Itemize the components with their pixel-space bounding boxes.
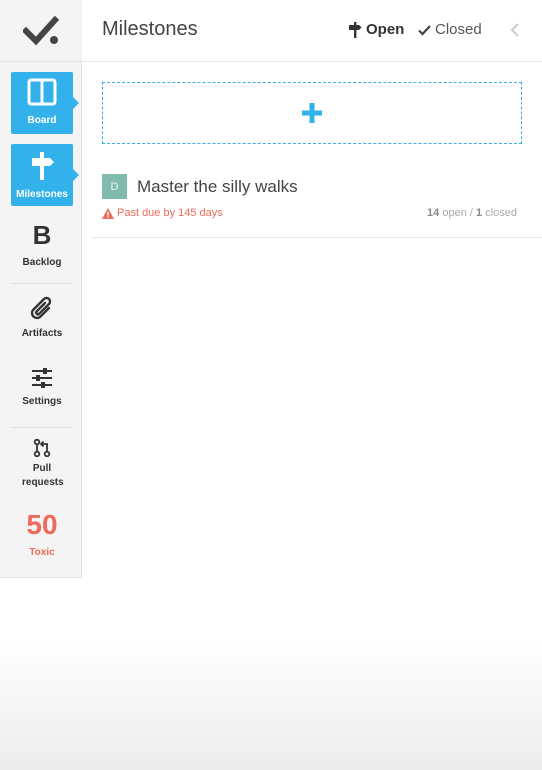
sidebar-item-label: Pull requests — [22, 463, 64, 488]
filter-open-button[interactable]: Open — [348, 21, 404, 38]
avatar: D — [102, 174, 127, 199]
filter-closed-button[interactable]: Closed — [418, 21, 482, 38]
sidebar: Board Milestones B Backlog Artifacts Set… — [0, 0, 82, 578]
sidebar-item-artifacts[interactable]: Artifacts — [11, 294, 73, 344]
paperclip-icon — [30, 296, 52, 320]
signpost-icon — [32, 152, 54, 180]
sidebar-item-toxic[interactable]: 50 Toxic — [11, 510, 73, 560]
open-label: open / — [442, 207, 473, 219]
page-title: Milestones — [102, 18, 198, 40]
add-milestone-button[interactable] — [102, 82, 522, 144]
toxic-count: 50 — [26, 509, 58, 540]
open-count: 14 — [427, 207, 440, 219]
sidebar-item-backlog[interactable]: B Backlog — [11, 220, 73, 272]
board-icon — [27, 78, 57, 106]
issue-counts: 14 open / 1 closed — [427, 207, 517, 219]
sidebar-item-board[interactable]: Board — [11, 72, 79, 134]
sliders-icon — [32, 368, 52, 388]
background-fade — [0, 640, 542, 770]
sidebar-item-label: Artifacts — [21, 328, 63, 339]
sidebar-item-pull-requests[interactable]: Pull requests — [11, 439, 73, 491]
warning-icon — [102, 207, 114, 219]
plus-icon — [302, 103, 322, 123]
bold-b-icon: B — [32, 220, 52, 250]
sidebar-item-label: Toxic — [29, 547, 55, 558]
sidebar-divider — [11, 283, 73, 284]
milestone-title[interactable]: Master the silly walks — [137, 177, 298, 197]
chevron-left-icon — [510, 23, 519, 37]
due-text: Past due by 145 days — [117, 207, 223, 219]
filter-open-label: Open — [366, 21, 405, 38]
check-icon — [418, 24, 431, 36]
sidebar-item-settings[interactable]: Settings — [11, 367, 73, 411]
sidebar-item-label: Backlog — [22, 257, 62, 268]
collapse-button[interactable] — [510, 21, 520, 44]
checkmark-logo-icon — [23, 15, 59, 45]
closed-label: closed — [485, 207, 517, 219]
sidebar-divider — [11, 427, 73, 428]
sidebar-item-label: Milestones — [16, 189, 68, 200]
due-status: Past due by 145 days — [102, 207, 223, 219]
signpost-icon — [349, 21, 362, 38]
header: Milestones Open Closed — [82, 0, 542, 62]
filter-closed-label: Closed — [435, 21, 482, 38]
logo[interactable] — [0, 0, 82, 62]
sidebar-item-label: Board — [27, 115, 57, 126]
sidebar-item-milestones[interactable]: Milestones — [11, 144, 79, 206]
pull-request-icon — [33, 439, 51, 457]
milestone-item: D Master the silly walks Past due by 145… — [92, 162, 542, 238]
closed-count: 1 — [476, 207, 483, 219]
sidebar-item-label: Settings — [22, 396, 62, 407]
